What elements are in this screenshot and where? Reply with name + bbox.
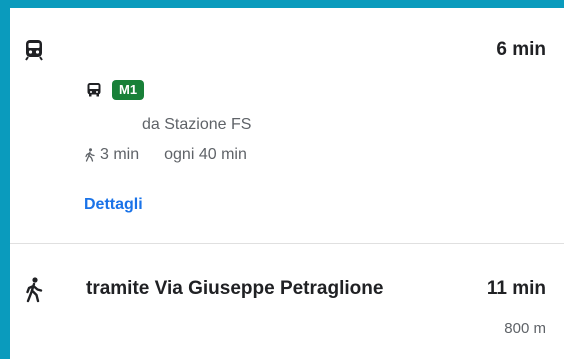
walking-route-option[interactable]: tramite Via Giuseppe Petraglione 11 min … — [10, 244, 564, 359]
frequency: ogni 40 min — [164, 146, 247, 163]
walking-duration: 11 min — [486, 278, 546, 299]
walk-icon — [85, 148, 95, 162]
train-icon — [25, 40, 43, 61]
bus-icon — [87, 83, 101, 97]
directions-panel: 6 min M1 da Stazione FS 3 min ogni 40 mi… — [10, 8, 564, 359]
walk-time: 3 min — [100, 146, 140, 163]
walking-distance: 800 m — [504, 320, 546, 337]
transit-meta: 3 min ogni 40 min — [84, 146, 247, 164]
transit-duration: 6 min — [496, 39, 546, 60]
line-badge: M1 — [112, 80, 145, 100]
walk-icon — [26, 277, 43, 303]
walking-route-description: tramite Via Giuseppe Petraglione — [86, 278, 384, 299]
details-link[interactable]: Dettagli — [84, 196, 143, 214]
transit-route-option[interactable]: 6 min M1 da Stazione FS 3 min ogni 40 mi… — [10, 8, 564, 243]
transit-legs: M1 — [86, 80, 145, 100]
departure-stop: da Stazione FS — [142, 116, 252, 133]
